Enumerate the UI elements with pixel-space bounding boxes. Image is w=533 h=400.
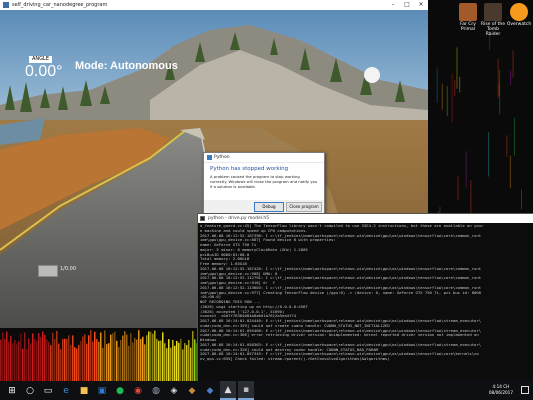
angle-value: 0.00° <box>25 63 63 80</box>
speed-indicator <box>38 265 58 277</box>
mode-status: Mode: Autonomous <box>75 60 178 72</box>
task-view-glyph: ▭ <box>43 385 53 396</box>
store-glyph: ▣ <box>97 385 107 396</box>
notification-center-icon[interactable] <box>521 386 529 394</box>
taskbar: ⊞ ○ ▭ e ■ ▣ ● ◉ ◍ ◈ ◆ ◆ ▲ ▪ 4:14 CH 08/06/2017 <box>0 381 533 400</box>
search-icon[interactable]: ○ <box>22 381 38 400</box>
error-message: A problem caused the program to stop wor… <box>210 174 318 189</box>
system-clock[interactable]: 4:14 CH 08/06/2017 <box>489 384 513 396</box>
simulator-title-bar[interactable]: self_driving_car_nanodegree_program – □ … <box>0 0 428 10</box>
maximize-button[interactable]: □ <box>400 0 414 10</box>
search-glyph: ○ <box>26 385 34 396</box>
debug-button[interactable]: Debug <box>254 202 284 212</box>
chrome-glyph: ◉ <box>134 385 142 396</box>
unity-app-icon <box>3 1 9 8</box>
tomb-raider-icon <box>484 3 502 21</box>
unity-glyph: ◈ <box>170 385 178 396</box>
start-glyph: ⊞ <box>8 385 16 396</box>
python-glyph: ◆ <box>206 385 214 396</box>
file-explorer-glyph: ■ <box>79 385 89 396</box>
edge-icon[interactable]: e <box>58 381 74 400</box>
chrome-icon[interactable]: ◉ <box>130 381 146 400</box>
python-icon <box>207 155 212 160</box>
close-program-button[interactable]: Close program <box>286 202 322 212</box>
console-line: nv_ops.cc:659] Check failed: stream->par… <box>200 357 390 361</box>
simulator-title: self_driving_car_nanodegree_program <box>12 2 108 8</box>
console-icon[interactable]: ▪ <box>238 381 254 400</box>
store-icon[interactable]: ▣ <box>94 381 110 400</box>
desktop-icon-overwatch[interactable]: Overwatch <box>506 3 532 27</box>
file-explorer-icon[interactable]: ■ <box>76 381 92 400</box>
error-dialog-footer: Debug Close program <box>204 200 324 213</box>
far-cry-primal-icon <box>459 3 477 21</box>
app-icon[interactable]: ◆ <box>184 381 200 400</box>
console-window[interactable]: python - drive.py model.h5 e_feature_gua… <box>197 213 533 383</box>
console-output[interactable]: e_feature_guard.cc:45] The TensorFlow li… <box>198 223 533 363</box>
simulator-icon[interactable]: ▲ <box>220 381 236 400</box>
minimize-button[interactable]: – <box>386 0 400 10</box>
desktop-icon-rise-of-the-tomb-raider[interactable]: Rise of the Tomb Raider <box>480 3 506 37</box>
start-button[interactable]: ⊞ <box>4 381 20 400</box>
simulator-glyph: ▲ <box>224 384 232 395</box>
angle-label: ANGLE <box>29 56 52 63</box>
spotify-icon[interactable]: ● <box>112 381 128 400</box>
console-app-icon <box>200 216 205 221</box>
console-glyph: ▪ <box>242 384 250 395</box>
spotify-glyph: ● <box>116 385 124 396</box>
close-button[interactable]: ✕ <box>414 0 428 10</box>
app-glyph: ◆ <box>188 385 196 396</box>
edge-glyph: e <box>63 385 69 396</box>
console-title: python - drive.py model.h5 <box>208 216 270 221</box>
error-dialog-title: Python <box>214 155 230 160</box>
console-title-bar[interactable]: python - drive.py model.h5 <box>198 214 533 223</box>
steam-icon[interactable]: ◍ <box>148 381 164 400</box>
overwatch-icon <box>510 3 528 21</box>
error-heading: Python has stopped working <box>210 166 289 172</box>
clock-date: 08/06/2017 <box>488 390 513 395</box>
unity-icon[interactable]: ◈ <box>166 381 182 400</box>
python-icon[interactable]: ◆ <box>202 381 218 400</box>
task-view-icon[interactable]: ▭ <box>40 381 56 400</box>
error-dialog-title-bar[interactable]: Python <box>204 153 324 163</box>
desktop-icon-label: Far Cry Primal <box>460 22 476 32</box>
desktop-icon-label: Overwatch <box>506 22 532 27</box>
desktop-icon-label: Rise of the Tomb Raider <box>480 22 506 37</box>
steam-glyph: ◍ <box>152 385 160 396</box>
speed-indicator-text: 1/0.00 <box>60 266 76 272</box>
python-error-dialog[interactable]: Python Python has stopped working A prob… <box>203 152 325 214</box>
desktop-icon-far-cry-primal[interactable]: Far Cry Primal <box>455 3 481 32</box>
